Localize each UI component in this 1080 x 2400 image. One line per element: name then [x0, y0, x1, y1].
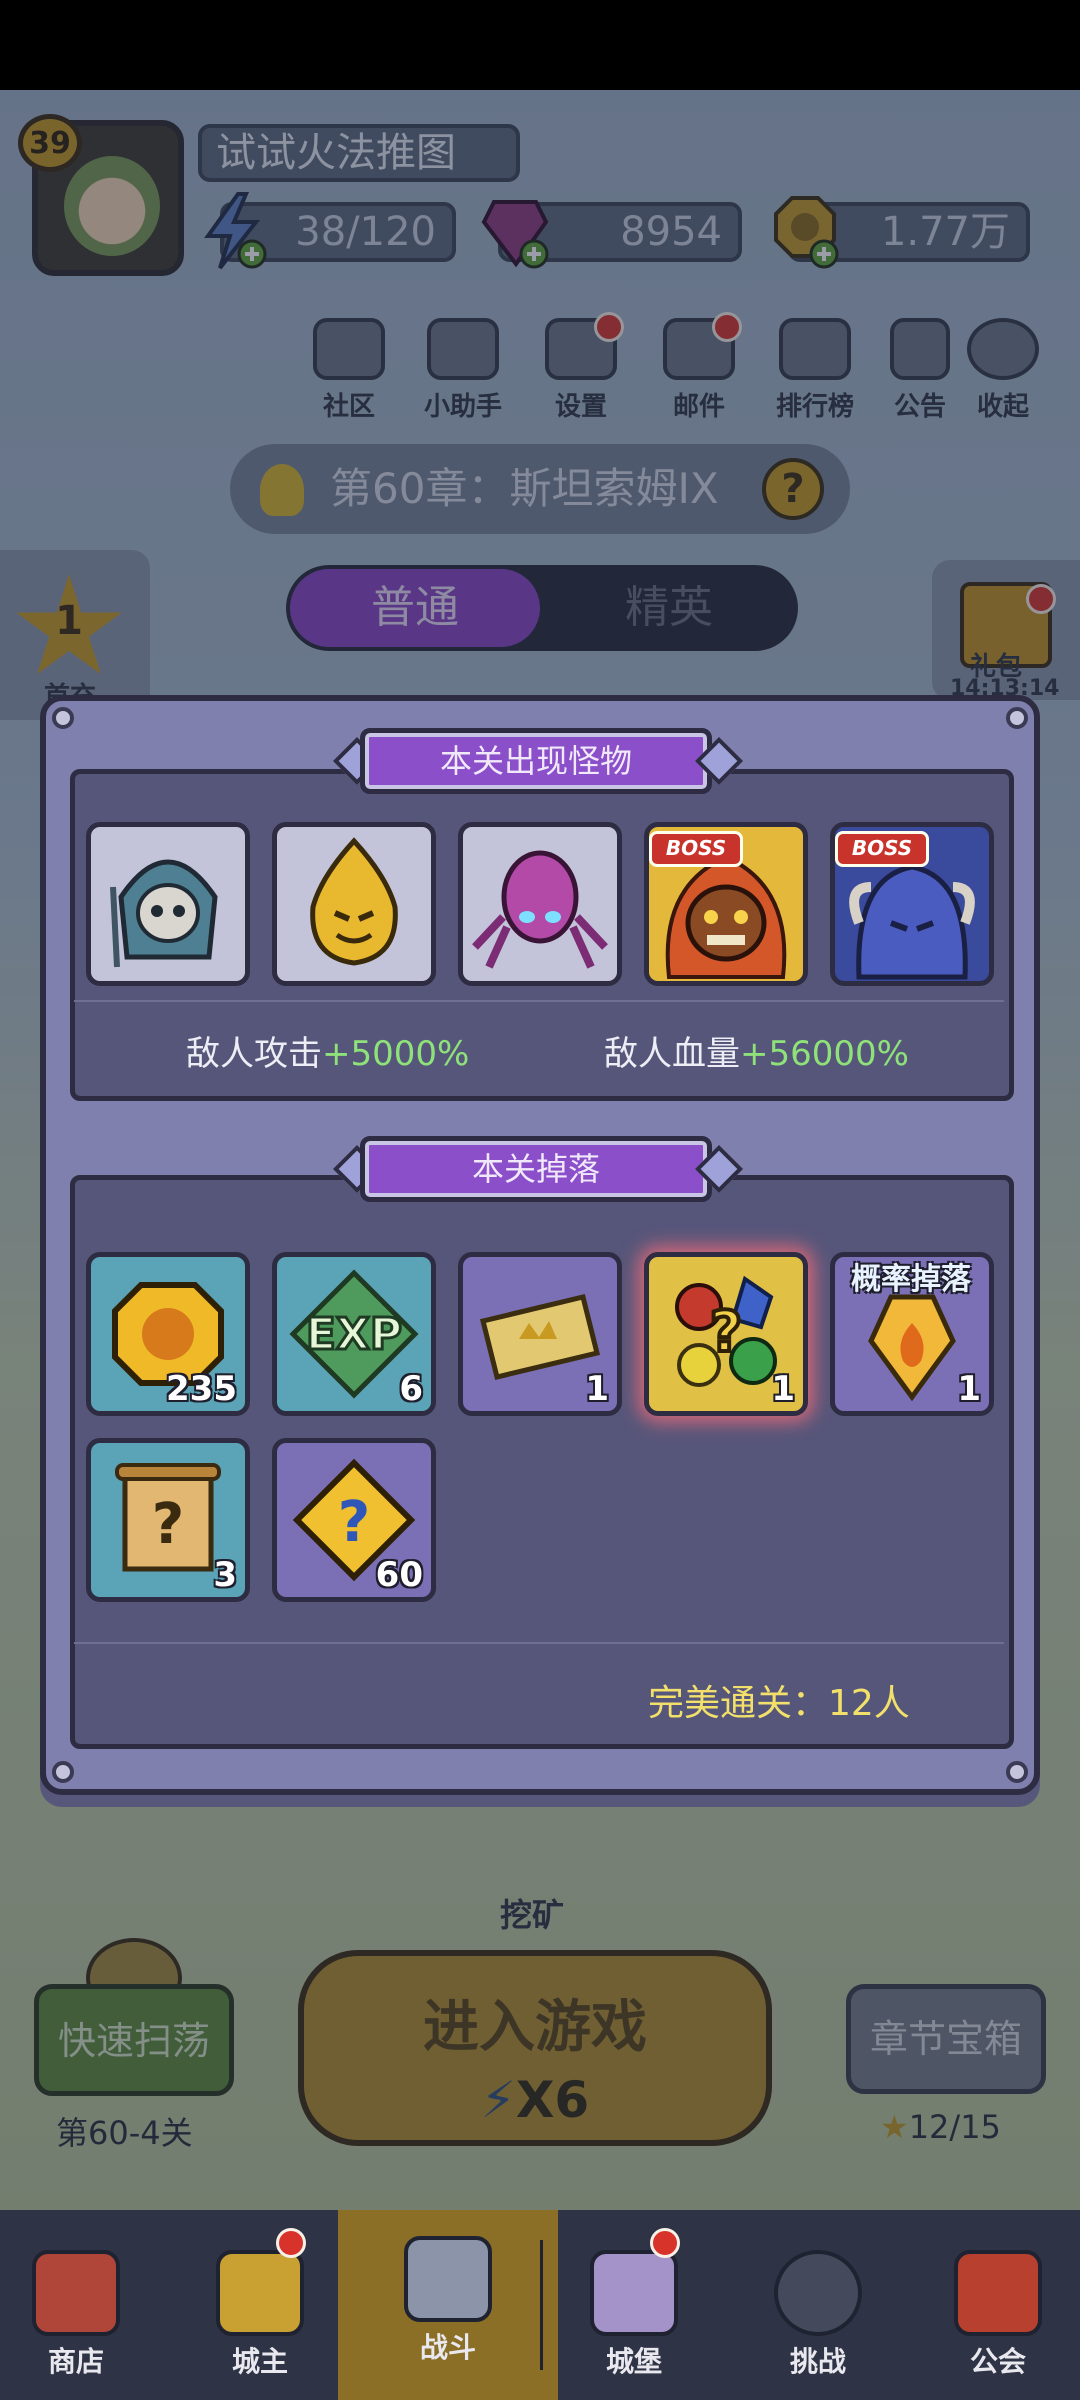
nav-battle[interactable]: 战斗	[388, 2236, 508, 2366]
shop-icon	[32, 2250, 120, 2336]
castle-notification-dot	[650, 2228, 680, 2258]
drop-quantity: 1	[585, 1369, 609, 1409]
monster-card[interactable]	[272, 822, 436, 986]
enemy-attack-value: +5000%	[322, 1034, 470, 1074]
boss-badge: BOSS	[649, 831, 743, 867]
drop-quantity: 60	[375, 1555, 423, 1595]
fire-spirit-icon	[310, 837, 398, 966]
nav-shop[interactable]: 商店	[16, 2250, 136, 2380]
corner-bolt-icon	[52, 1761, 74, 1783]
drops-title: 本关掉落	[360, 1136, 712, 1202]
enemy-hp-stat: 敌人血量+56000%	[604, 1026, 909, 1075]
svg-text:?: ?	[338, 1490, 370, 1555]
nav-challenge[interactable]: 挑战	[758, 2250, 878, 2380]
nav-lord-label: 城主	[231, 2345, 288, 2378]
divider	[74, 1642, 1004, 1644]
monster-card[interactable]	[86, 822, 250, 986]
enemy-attack-stat: 敌人攻击+5000%	[186, 1026, 469, 1075]
nav-lord[interactable]: 城主	[200, 2250, 320, 2380]
nav-battle-label: 战斗	[419, 2331, 476, 2364]
monster-card[interactable]: BOSS	[644, 822, 808, 986]
drop-item-card[interactable]: 1	[458, 1252, 622, 1416]
nav-separator	[540, 2240, 543, 2370]
monster-card[interactable]: BOSS	[830, 822, 994, 986]
probability-drop-tag: 概率掉落	[851, 1262, 971, 1297]
demon-mask-icon	[774, 2250, 862, 2336]
nav-guild-label: 公会	[969, 2345, 1026, 2378]
drop-quantity: 1	[957, 1369, 981, 1409]
corner-bolt-icon	[1006, 707, 1028, 729]
purple-spider-icon	[472, 850, 608, 969]
drop-item-card[interactable]: 235	[86, 1252, 250, 1416]
nav-castle-label: 城堡	[605, 2345, 662, 2378]
exp-text: EXP	[306, 1309, 402, 1360]
corner-bolt-icon	[1006, 1761, 1028, 1783]
nav-castle[interactable]: 城堡	[574, 2250, 694, 2380]
guild-banner-icon	[954, 2250, 1042, 2336]
nav-shop-label: 商店	[47, 2345, 104, 2378]
crown-icon	[216, 2250, 304, 2336]
divider	[74, 1000, 1004, 1002]
svg-text:?: ?	[710, 1300, 742, 1365]
nav-guild[interactable]: 公会	[938, 2250, 1058, 2380]
castle-icon	[590, 2250, 678, 2336]
boss-badge: BOSS	[835, 831, 929, 867]
crossed-swords-icon	[404, 2236, 492, 2322]
perfect-clear-count: 完美通关：12人	[648, 1683, 910, 1724]
nav-challenge-label: 挑战	[789, 2345, 846, 2378]
monster-card[interactable]	[458, 822, 622, 986]
drop-item-card[interactable]: ? 1	[644, 1252, 808, 1416]
drop-item-card[interactable]: ? 3	[86, 1438, 250, 1602]
drop-quantity: 235	[166, 1369, 237, 1409]
drop-item-card[interactable]: EXP 6	[272, 1252, 436, 1416]
drop-quantity: 6	[399, 1369, 423, 1409]
monsters-title: 本关出现怪物	[360, 728, 712, 794]
corner-bolt-icon	[52, 707, 74, 729]
enemy-hp-value: +56000%	[740, 1034, 909, 1074]
drop-item-card[interactable]: ? 60	[272, 1438, 436, 1602]
lord-notification-dot	[276, 2228, 306, 2258]
drop-quantity: 1	[771, 1369, 795, 1409]
skeleton-mage-icon	[110, 859, 218, 968]
drop-quantity: 3	[213, 1555, 237, 1595]
enemy-hp-label: 敌人血量	[604, 1034, 740, 1074]
enemy-attack-label: 敌人攻击	[186, 1034, 322, 1074]
svg-text:?: ?	[152, 1492, 184, 1557]
